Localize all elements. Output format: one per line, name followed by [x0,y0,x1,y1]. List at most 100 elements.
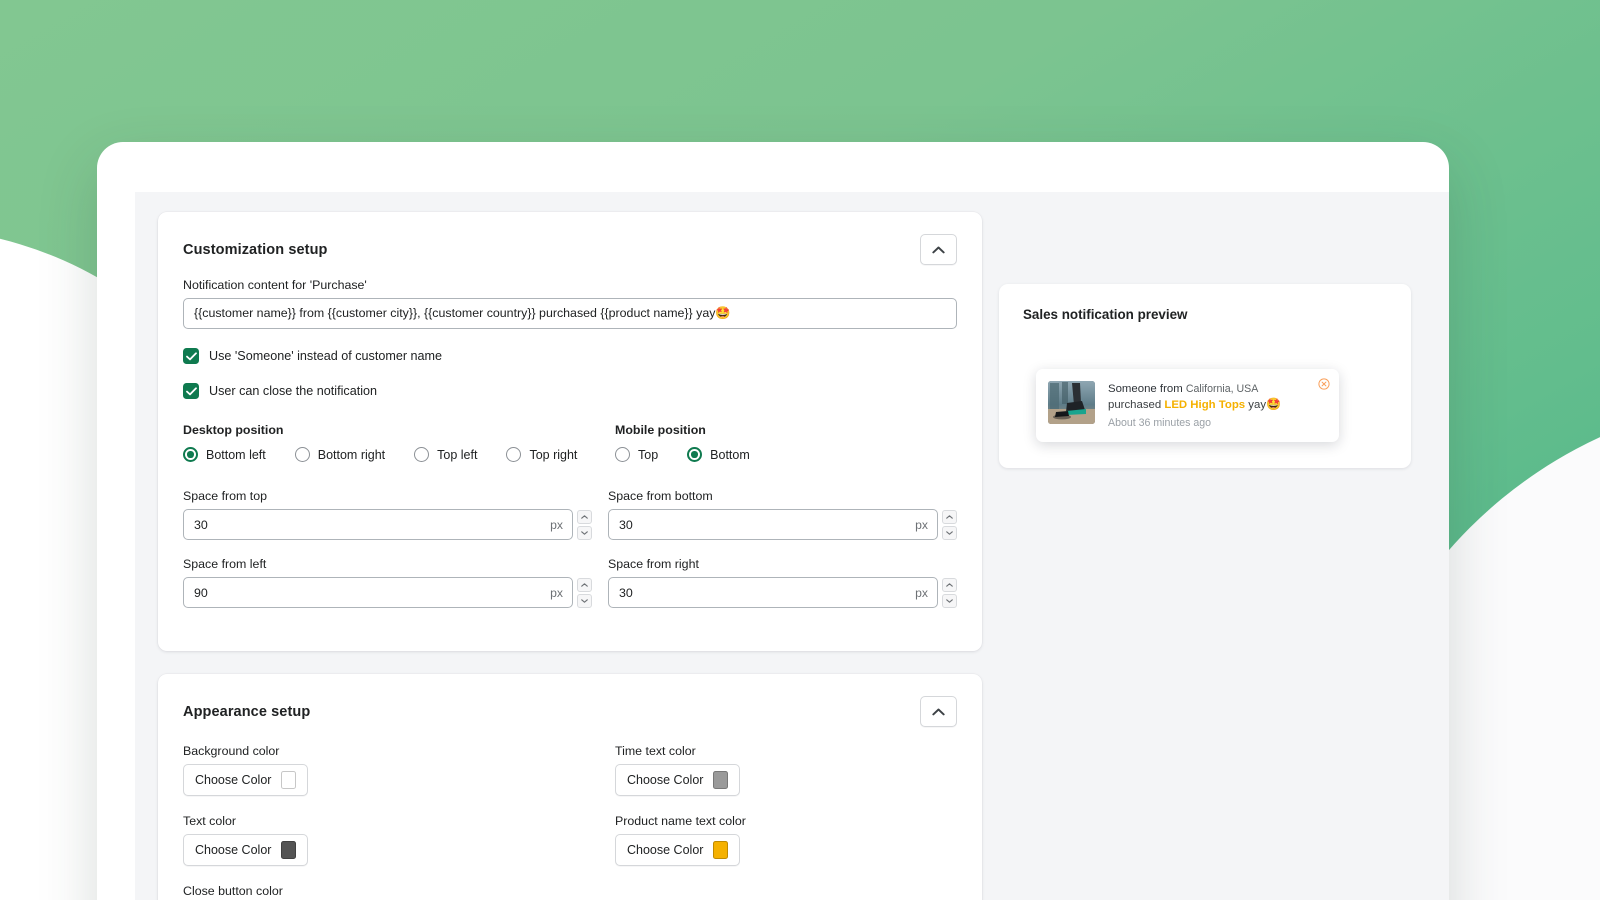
space-from-bottom-label: Space from bottom [608,489,957,503]
text-color-choose-button[interactable]: Choose Color [183,834,308,866]
radio-label: Top right [529,448,577,462]
mobile-position-group: Mobile position Top Bottom [615,423,957,462]
checkbox-user-can-close[interactable] [183,383,199,399]
space-from-top-stepper[interactable] [577,510,592,540]
space-from-bottom-field: Space from bottom px [608,489,957,540]
mobile-position-radio-list: Top Bottom [615,447,957,462]
color-grid-spacer [615,884,957,900]
notification-text-body: Someone from California, USA purchased L… [1108,381,1327,429]
notification-line-two: purchased LED High Tops yay🤩 [1108,397,1327,413]
space-from-top-unit: px [550,518,563,532]
customization-collapse-button[interactable] [920,234,957,265]
space-from-left-label: Space from left [183,557,592,571]
radio-label: Bottom right [318,448,385,462]
space-from-left-field: Space from left px [183,557,592,608]
choose-color-label: Choose Color [195,843,271,857]
radio-mobile-bottom[interactable]: Bottom [687,447,750,462]
time-text-color-choose-button[interactable]: Choose Color [615,764,740,796]
close-button-color-field: Close button color Choose Color [183,884,615,900]
stepper-down-icon[interactable] [577,526,592,540]
checkbox-use-someone[interactable] [183,348,199,364]
radio-indicator [687,447,702,462]
space-from-top-input[interactable] [194,518,550,532]
space-from-left-stepper[interactable] [577,578,592,608]
space-from-top-label: Space from top [183,489,592,503]
stepper-down-icon[interactable] [942,594,957,608]
product-name-text-color-field: Product name text color Choose Color [615,814,957,866]
appearance-card-title: Appearance setup [183,704,310,720]
choose-color-label: Choose Color [627,773,703,787]
radio-desktop-bottom-left[interactable]: Bottom left [183,447,266,462]
choose-color-label: Choose Color [627,843,703,857]
space-from-right-input[interactable] [619,586,915,600]
appearance-setup-card: Appearance setup [158,674,982,900]
stepper-up-icon[interactable] [577,578,592,592]
notification-line-one: Someone from California, USA [1108,382,1327,397]
radio-indicator [615,447,630,462]
radio-desktop-bottom-right[interactable]: Bottom right [295,447,385,462]
checkbox-row-use-someone[interactable]: Use 'Someone' instead of customer name [183,348,957,364]
customization-setup-card: Customization setup Notification co [158,212,982,651]
time-text-color-swatch [713,771,728,789]
stepper-down-icon[interactable] [942,526,957,540]
checkbox-label-user-can-close: User can close the notification [209,384,377,398]
product-name-text-color-choose-button[interactable]: Choose Color [615,834,740,866]
customization-card-header: Customization setup [158,212,982,269]
radio-desktop-top-left[interactable]: Top left [414,447,477,462]
notification-preview: Someone from California, USA purchased L… [1036,369,1339,442]
page-background: Customization setup Notification co [0,0,1600,900]
radio-mobile-top[interactable]: Top [615,447,658,462]
radio-indicator [414,447,429,462]
sneaker-product-photo [1048,381,1095,424]
notification-emoji: 🤩 [1266,397,1281,411]
space-from-bottom-stepper[interactable] [942,510,957,540]
app-surface: Customization setup Notification co [135,192,1449,900]
stepper-down-icon[interactable] [577,594,592,608]
notification-location: California, USA [1186,383,1258,395]
product-name-text-color-swatch [713,841,728,859]
notification-purchased-word: purchased [1108,399,1164,411]
appearance-collapse-button[interactable] [920,696,957,727]
spacing-fields-grid: Space from top px [183,489,957,625]
radio-desktop-top-right[interactable]: Top right [506,447,577,462]
text-color-field: Text color Choose Color [183,814,615,866]
close-circle-icon [1318,378,1330,390]
notification-content-input[interactable] [183,298,957,329]
stepper-up-icon[interactable] [942,578,957,592]
settings-column: Customization setup Notification co [158,212,982,900]
notification-content-label: Notification content for 'Purchase' [183,278,957,292]
desktop-position-group: Desktop position Bottom left [183,423,615,462]
appearance-card-header: Appearance setup [158,674,982,731]
notification-prefix: Someone from [1108,383,1186,395]
radio-label: Top left [437,448,477,462]
stepper-up-icon[interactable] [577,510,592,524]
text-color-label: Text color [183,814,615,828]
preview-title: Sales notification preview [1023,307,1387,322]
radio-indicator [295,447,310,462]
product-name-text-color-label: Product name text color [615,814,957,828]
app-window: Customization setup Notification co [97,142,1449,900]
color-options-grid: Background color Choose Color Time text … [183,744,957,900]
background-color-swatch [281,771,296,789]
radio-indicator [506,447,521,462]
checkbox-row-user-can-close[interactable]: User can close the notification [183,383,957,399]
notification-timestamp: About 36 minutes ago [1108,417,1327,429]
customization-card-title: Customization setup [183,242,328,258]
notification-close-button[interactable] [1318,378,1330,390]
radio-label: Top [638,448,658,462]
stepper-up-icon[interactable] [942,510,957,524]
space-from-right-field: Space from right px [608,557,957,608]
radio-label: Bottom [710,448,750,462]
appearance-card-body: Background color Choose Color Time text … [158,731,982,900]
desktop-position-label: Desktop position [183,423,615,437]
space-from-right-stepper[interactable] [942,578,957,608]
space-from-bottom-input[interactable] [619,518,915,532]
text-color-swatch [281,841,296,859]
desktop-position-radio-list: Bottom left Bottom right T [183,447,615,462]
space-from-left-input[interactable] [194,586,550,600]
preview-column: Sales notification preview [999,212,1411,468]
background-color-choose-button[interactable]: Choose Color [183,764,308,796]
background-color-field: Background color Choose Color [183,744,615,796]
chevron-up-icon [932,246,945,254]
chevron-up-icon [932,708,945,716]
